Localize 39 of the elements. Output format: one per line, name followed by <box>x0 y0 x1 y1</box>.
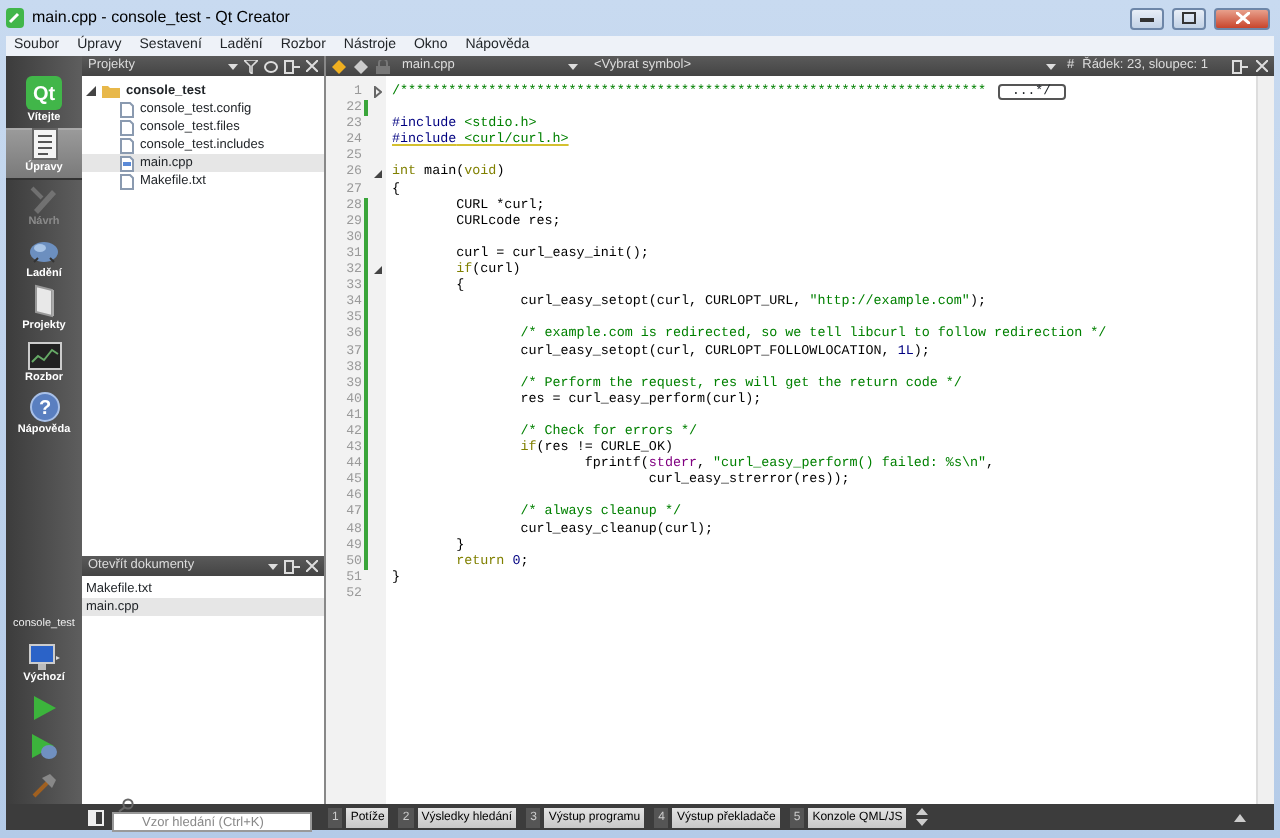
fold-arrow-icon[interactable] <box>373 266 381 275</box>
hammer-icon[interactable] <box>32 774 56 798</box>
run-icon[interactable] <box>33 696 55 720</box>
split-icon[interactable] <box>1232 59 1248 73</box>
folder-icon <box>102 84 120 98</box>
split-icon[interactable] <box>284 559 300 573</box>
bug-icon <box>28 240 60 266</box>
dropdown-icon[interactable] <box>228 63 238 69</box>
window-title: main.cpp - console_test - Qt Creator <box>32 6 290 30</box>
document-icon <box>31 128 57 160</box>
binder-icon <box>33 284 55 318</box>
maximize-button[interactable] <box>1172 7 1206 29</box>
expand-arrow-icon[interactable] <box>86 86 96 96</box>
close-icon[interactable] <box>306 560 318 572</box>
lock-icon <box>376 59 390 73</box>
minimize-icon[interactable] <box>1140 15 1154 21</box>
help-icon: ? <box>29 392 59 422</box>
qt-logo: Qt <box>26 76 62 110</box>
split-icon[interactable] <box>284 59 300 73</box>
app-icon <box>6 8 24 28</box>
fold-arrow-icon[interactable] <box>373 169 381 178</box>
fold-arrow-icon[interactable] <box>373 86 381 99</box>
computer-icon <box>28 644 60 672</box>
close-icon[interactable] <box>306 60 318 72</box>
dropdown-icon <box>568 63 578 69</box>
close-icon[interactable] <box>1256 60 1268 72</box>
maximize-icon[interactable] <box>1182 12 1196 24</box>
close-button[interactable] <box>1214 7 1270 29</box>
scrollbar[interactable] <box>1256 76 1274 804</box>
minimize-button[interactable] <box>1130 7 1164 29</box>
filter-icon[interactable] <box>244 59 258 73</box>
debug-run-icon[interactable] <box>31 734 57 760</box>
dropdown-icon <box>1045 63 1055 69</box>
sidebar-toggle-icon[interactable] <box>88 809 104 825</box>
search-icon[interactable] <box>118 797 134 811</box>
maximize-panel-icon[interactable] <box>1234 813 1246 821</box>
scroll-arrows-icon[interactable] <box>916 807 929 825</box>
monitor-icon <box>27 342 61 370</box>
dropdown-icon[interactable] <box>268 563 278 569</box>
